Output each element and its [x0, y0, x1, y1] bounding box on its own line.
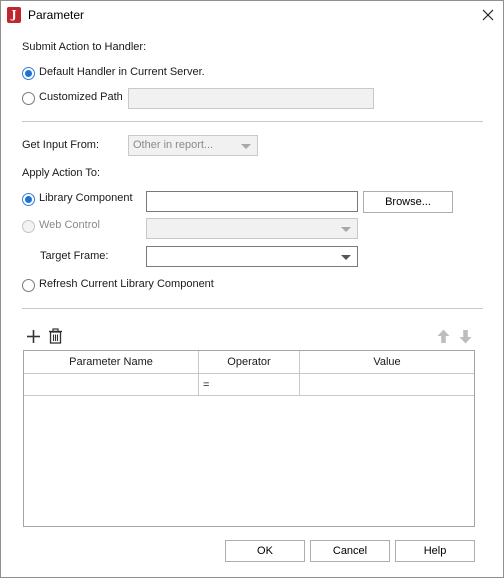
customized-path-radio[interactable]: [22, 92, 35, 105]
browse-button[interactable]: Browse...: [363, 191, 453, 213]
close-icon: [482, 9, 494, 21]
cancel-button[interactable]: Cancel: [310, 540, 390, 562]
chevron-down-icon: [241, 144, 251, 149]
arrow-down-icon: [459, 330, 472, 344]
target-frame-select[interactable]: [146, 246, 358, 267]
move-up-button[interactable]: [434, 327, 453, 346]
close-button[interactable]: [477, 4, 499, 26]
submit-handler-heading: Submit Action to Handler:: [22, 41, 147, 53]
plus-icon: [27, 330, 40, 343]
parameters-table[interactable]: Parameter Name Operator Value =: [23, 350, 475, 527]
chevron-down-icon: [341, 227, 351, 232]
web-control-select[interactable]: [146, 218, 358, 239]
get-input-selected-value: Other in report...: [133, 139, 214, 151]
table-header: Parameter Name Operator Value: [24, 351, 474, 374]
default-handler-radio[interactable]: [22, 67, 35, 80]
separator-top: [22, 121, 483, 122]
parameter-dialog: J Parameter Submit Action to Handler: De…: [0, 0, 504, 578]
dialog-title: Parameter: [28, 8, 85, 22]
chevron-down-icon: [341, 255, 351, 260]
library-component-input[interactable]: [146, 191, 358, 212]
library-component-label[interactable]: Library Component: [39, 192, 133, 204]
refresh-component-radio[interactable]: [22, 279, 35, 292]
operator-cell[interactable]: =: [199, 374, 300, 396]
get-input-label: Get Input From:: [22, 139, 100, 151]
default-handler-label[interactable]: Default Handler in Current Server.: [39, 66, 205, 78]
apply-action-heading: Apply Action To:: [22, 167, 101, 179]
customized-path-label[interactable]: Customized Path: [39, 91, 123, 103]
add-parameter-button[interactable]: [24, 327, 43, 346]
column-header-parameter-name[interactable]: Parameter Name: [24, 351, 199, 374]
table-row[interactable]: =: [24, 374, 474, 396]
app-logo-icon: J: [7, 7, 21, 23]
get-input-select[interactable]: Other in report...: [128, 135, 258, 156]
value-cell[interactable]: [300, 374, 474, 396]
delete-parameter-button[interactable]: [46, 327, 65, 346]
target-frame-label: Target Frame:: [40, 250, 109, 262]
trash-icon: [49, 328, 62, 344]
help-button[interactable]: Help: [395, 540, 475, 562]
arrow-up-icon: [437, 329, 450, 343]
title-bar: J Parameter: [1, 1, 503, 29]
refresh-component-label[interactable]: Refresh Current Library Component: [39, 278, 214, 290]
column-header-operator[interactable]: Operator: [199, 351, 300, 374]
ok-button[interactable]: OK: [225, 540, 305, 562]
customized-path-input[interactable]: [128, 88, 374, 109]
column-header-value[interactable]: Value: [300, 351, 474, 374]
move-down-button[interactable]: [456, 327, 475, 346]
library-component-radio[interactable]: [22, 193, 35, 206]
parameter-name-cell[interactable]: [24, 374, 199, 396]
web-control-radio[interactable]: [22, 220, 35, 233]
separator-middle: [22, 308, 483, 309]
web-control-label[interactable]: Web Control: [39, 219, 100, 231]
